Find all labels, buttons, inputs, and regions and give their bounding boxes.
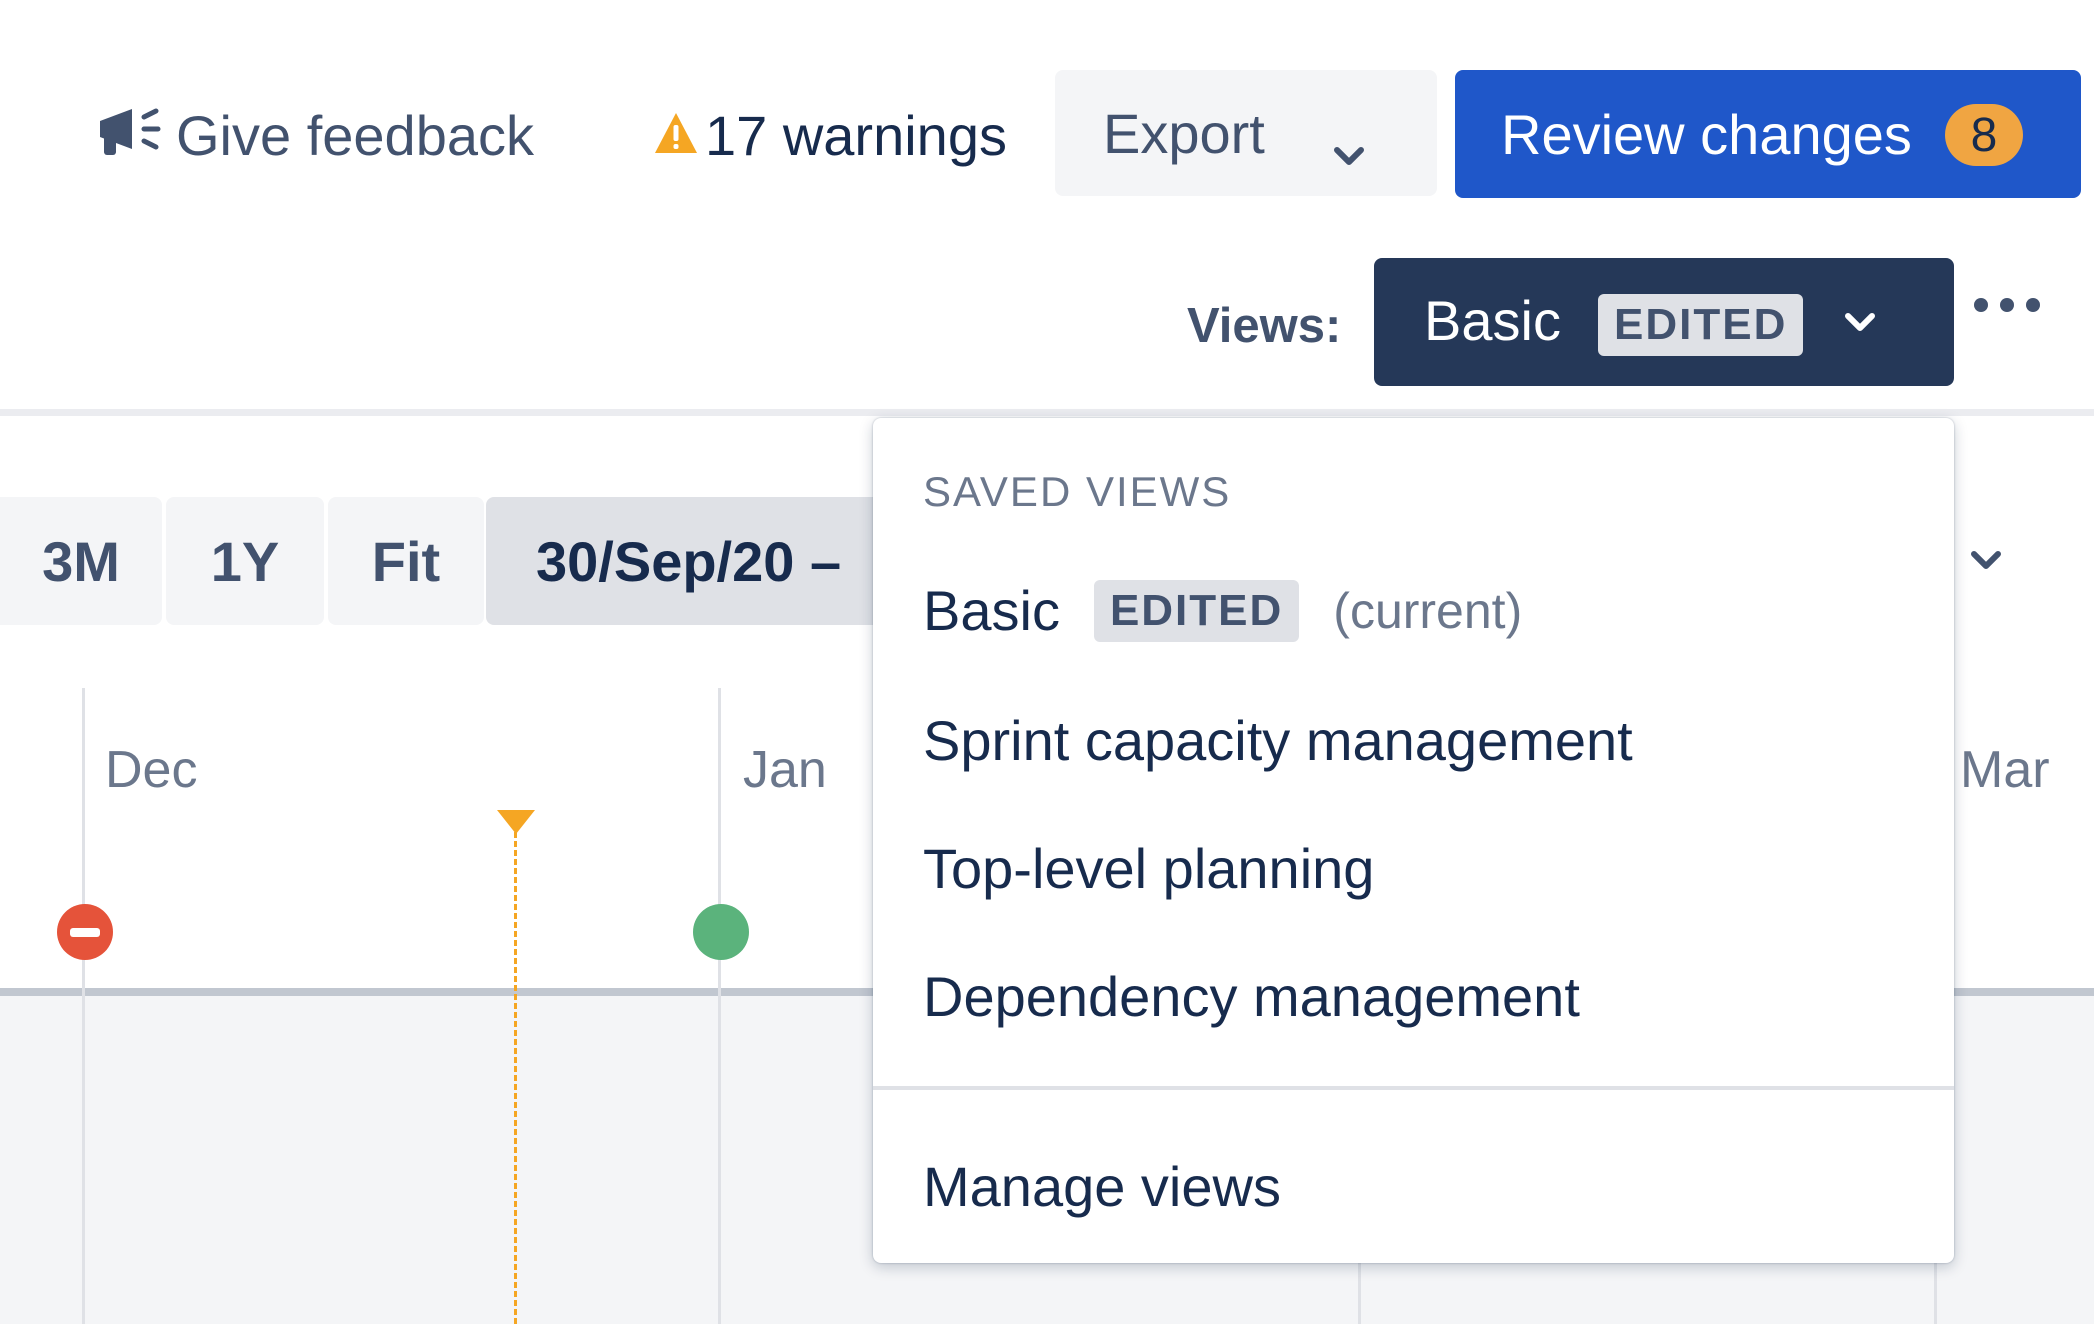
edited-lozenge: EDITED [1598, 294, 1804, 356]
megaphone-icon [96, 101, 162, 170]
review-changes-label: Review changes [1501, 102, 1912, 166]
manage-views-item[interactable]: Manage views [923, 1154, 1281, 1219]
view-item-sprint-capacity[interactable]: Sprint capacity management [923, 708, 1633, 773]
changes-count-badge: 8 [1945, 104, 2023, 166]
views-dropdown-button[interactable]: Basic EDITED [1374, 258, 1954, 386]
release-offtrack-icon[interactable] [57, 904, 113, 960]
today-marker-icon [497, 810, 535, 834]
range-fit-button[interactable]: Fit [328, 497, 484, 625]
review-changes-button[interactable]: Review changes 8 [1455, 70, 2081, 198]
export-label: Export [1103, 101, 1265, 165]
month-label-jan: Jan [743, 741, 827, 799]
toolbar-divider [0, 409, 2094, 416]
view-item-top-level-planning[interactable]: Top-level planning [923, 836, 1374, 901]
month-label-dec: Dec [105, 741, 198, 799]
views-label: Views: [1187, 299, 1342, 353]
range-1y-button[interactable]: 1Y [166, 497, 324, 625]
saved-views-heading: SAVED VIEWS [923, 468, 1232, 515]
warning-icon [653, 103, 699, 168]
today-marker-line [514, 832, 517, 1324]
warnings-button[interactable]: 17 warnings [653, 100, 1007, 170]
edited-lozenge: EDITED [1093, 579, 1300, 642]
month-label-mar: Mar [1960, 741, 2050, 799]
export-button[interactable]: Export [1055, 70, 1437, 196]
current-view-name: Basic [1424, 289, 1561, 352]
more-options-icon[interactable] [1974, 298, 2040, 312]
chevron-down-icon [1331, 118, 1367, 183]
chevron-down-icon [1842, 310, 1878, 341]
view-item-label: Basic [923, 579, 1060, 642]
give-feedback-button[interactable]: Give feedback [96, 100, 534, 170]
release-ontrack-icon[interactable] [693, 904, 749, 960]
current-indicator: (current) [1333, 582, 1523, 639]
custom-date-range-button[interactable]: 30/Sep/20 – [486, 497, 886, 625]
range-3m-button[interactable]: 3M [0, 497, 162, 625]
saved-views-dropdown: SAVED VIEWS Basic EDITED (current) Sprin… [873, 418, 1954, 1263]
month-gridline [718, 688, 721, 1324]
view-item-basic[interactable]: Basic EDITED (current) [923, 578, 1522, 643]
give-feedback-label: Give feedback [176, 103, 534, 167]
warnings-label: 17 warnings [705, 103, 1007, 167]
month-gridline [82, 688, 85, 1324]
view-item-dependency-management[interactable]: Dependency management [923, 964, 1580, 1029]
chevron-down-icon[interactable] [1968, 548, 2004, 579]
dropdown-divider [873, 1086, 1954, 1090]
